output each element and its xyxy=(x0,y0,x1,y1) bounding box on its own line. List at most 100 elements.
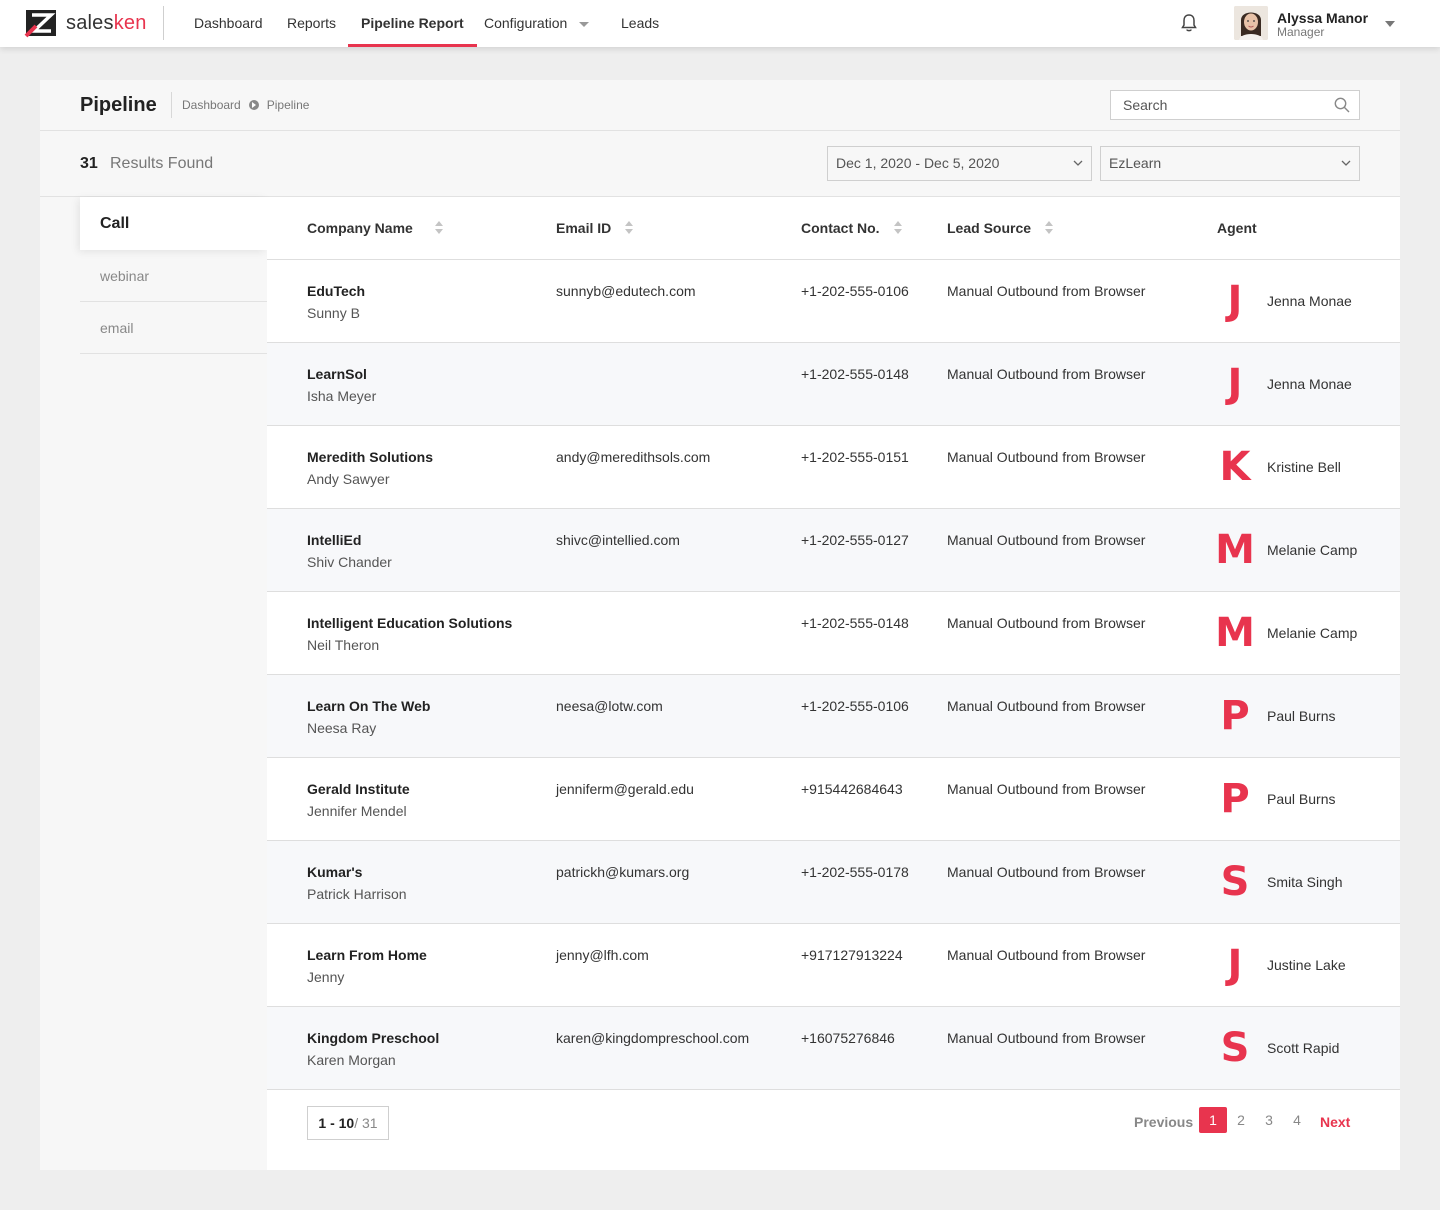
next-button[interactable]: Next xyxy=(1320,1114,1350,1130)
agent-name: Melanie Camp xyxy=(1267,542,1358,558)
col-company-name-label: Company Name xyxy=(307,220,413,236)
company-cell: Meredith Solutions Andy Sawyer xyxy=(307,449,433,487)
table-row[interactable]: Meredith Solutions Andy Sawyer andy@meredi… xyxy=(267,426,1400,509)
lead-source-cell: Manual Outbound from Browser xyxy=(947,366,1146,382)
sort-icon[interactable] xyxy=(434,221,443,235)
bell-icon[interactable] xyxy=(1178,12,1200,34)
company-name[interactable]: Intelligent Education Solutions xyxy=(307,615,512,631)
results-label: Results Found xyxy=(110,155,214,172)
email-cell[interactable]: sunnyb@edutech.com xyxy=(556,283,696,299)
page-range: 1 - 10 xyxy=(318,1115,355,1131)
contact-cell: +1-202-555-0148 xyxy=(801,615,909,631)
agent-initial-icon: J xyxy=(1227,278,1243,324)
lead-source-cell: Manual Outbound from Browser xyxy=(947,615,1146,631)
user-menu-caret-icon[interactable] xyxy=(1385,21,1395,27)
company-name[interactable]: LearnSol xyxy=(307,366,376,382)
email-cell[interactable]: jenniferm@gerald.edu xyxy=(556,781,694,797)
page-2-button[interactable]: 2 xyxy=(1227,1107,1255,1133)
contact-person: Patrick Harrison xyxy=(307,886,407,902)
agent-initial-icon: K xyxy=(1219,444,1251,490)
email-cell[interactable]: karen@kingdompreschool.com xyxy=(556,1030,749,1046)
agent-name: Jenna Monae xyxy=(1267,376,1352,392)
pipeline-panel: Pipeline Dashboard Pipeline Search 31 Re… xyxy=(40,80,1400,1170)
chevron-down-icon xyxy=(1073,160,1083,166)
sort-icon[interactable] xyxy=(1045,221,1054,235)
contact-person: Shiv Chander xyxy=(307,554,392,570)
col-agent-label: Agent xyxy=(1217,220,1257,236)
tab-email[interactable]: email xyxy=(80,302,267,354)
col-contact-no[interactable]: Contact No. xyxy=(801,220,902,236)
company-name[interactable]: Kingdom Preschool xyxy=(307,1030,439,1046)
pipeline-table: Company Name Email ID Contact No. Lead S… xyxy=(267,197,1400,1170)
table-row[interactable]: Kingdom Preschool Karen Morgan karen@kingd… xyxy=(267,1007,1400,1090)
user-name[interactable]: Alyssa Manor xyxy=(1277,10,1368,26)
table-row[interactable]: Intelligent Education Solutions Neil Ther… xyxy=(267,592,1400,675)
previous-button[interactable]: Previous xyxy=(1134,1114,1193,1130)
contact-cell: +915442684643 xyxy=(801,781,903,797)
company-name[interactable]: Learn From Home xyxy=(307,947,427,963)
agent-name: Paul Burns xyxy=(1267,708,1336,724)
tab-call[interactable]: Call xyxy=(80,197,267,250)
top-navbar: salesken Dashboard Reports Pipeline Repo… xyxy=(0,0,1440,47)
product-value: EzLearn xyxy=(1109,155,1162,171)
lead-source-cell: Manual Outbound from Browser xyxy=(947,947,1146,963)
table-row[interactable]: IntelliEd Shiv Chander shivc@intellied.com… xyxy=(267,509,1400,592)
search-icon[interactable] xyxy=(1334,97,1350,113)
email-cell[interactable]: neesa@lotw.com xyxy=(556,698,663,714)
sort-icon[interactable] xyxy=(893,221,902,235)
company-name[interactable]: IntelliEd xyxy=(307,532,392,548)
lead-source-cell: Manual Outbound from Browser xyxy=(947,698,1146,714)
breadcrumb-dashboard[interactable]: Dashboard xyxy=(182,98,241,112)
col-lead-source[interactable]: Lead Source xyxy=(947,220,1054,236)
tab-webinar[interactable]: webinar xyxy=(80,250,267,302)
channel-tabs: Call webinar email xyxy=(80,197,267,354)
table-row[interactable]: Kumar's Patrick Harrison patrickh@kumars.o… xyxy=(267,841,1400,924)
nav-reports[interactable]: Reports xyxy=(287,0,336,47)
col-company-name[interactable]: Company Name xyxy=(307,220,443,236)
table-row[interactable]: LearnSol Isha Meyer +1-202-555-0148 Manual … xyxy=(267,343,1400,426)
search-input[interactable]: Search xyxy=(1110,90,1360,120)
company-name[interactable]: Kumar's xyxy=(307,864,407,880)
company-name[interactable]: Learn On The Web xyxy=(307,698,430,714)
table-row[interactable]: Learn On The Web Neesa Ray neesa@lotw.com +… xyxy=(267,675,1400,758)
contact-person: Andy Sawyer xyxy=(307,471,390,487)
lead-source-cell: Manual Outbound from Browser xyxy=(947,1030,1146,1046)
page-4-button[interactable]: 4 xyxy=(1283,1107,1311,1133)
nav-configuration-label: Configuration xyxy=(484,15,568,31)
table-row[interactable]: Learn From Home Jenny jenny@lfh.com +917127… xyxy=(267,924,1400,1007)
contact-person: Neil Theron xyxy=(307,637,380,653)
sort-icon[interactable] xyxy=(625,221,634,235)
contact-cell: +16075276846 xyxy=(801,1030,895,1046)
table-row[interactable]: EduTech Sunny B sunnyb@edutech.com +1-202-5… xyxy=(267,260,1400,343)
avatar[interactable] xyxy=(1234,6,1268,40)
nav-dashboard[interactable]: Dashboard xyxy=(194,0,263,47)
results-count: 31 xyxy=(80,155,98,172)
contact-cell: +1-202-555-0151 xyxy=(801,449,909,465)
table-row[interactable]: Gerald Institute Jennifer Mendel jenniferm… xyxy=(267,758,1400,841)
agent-name: Kristine Bell xyxy=(1267,459,1341,475)
page-1-button[interactable]: 1 xyxy=(1199,1107,1227,1133)
contact-cell: +1-202-555-0148 xyxy=(801,366,909,382)
email-cell[interactable]: patrickh@kumars.org xyxy=(556,864,689,880)
email-cell[interactable]: jenny@lfh.com xyxy=(556,947,649,963)
col-email-id[interactable]: Email ID xyxy=(556,220,634,236)
agent-name: Justine Lake xyxy=(1267,957,1346,973)
chevron-down-icon xyxy=(579,21,590,27)
nav-leads[interactable]: Leads xyxy=(621,0,659,47)
page-total: / 31 xyxy=(354,1115,378,1131)
email-cell[interactable]: shivc@intellied.com xyxy=(556,532,680,548)
nav-configuration[interactable]: Configuration xyxy=(484,0,590,47)
contact-cell: +917127913224 xyxy=(801,947,903,963)
salesken-logo[interactable]: salesken xyxy=(24,6,147,40)
company-name[interactable]: EduTech xyxy=(307,283,365,299)
nav-pipeline-report[interactable]: Pipeline Report xyxy=(348,0,477,47)
email-cell[interactable]: andy@meredithsols.com xyxy=(556,449,710,465)
date-range-select[interactable]: Dec 1, 2020 - Dec 5, 2020 xyxy=(827,146,1092,181)
contact-person: Isha Meyer xyxy=(307,388,377,404)
agent-initial-icon: M xyxy=(1215,527,1255,573)
page-3-button[interactable]: 3 xyxy=(1255,1107,1283,1133)
product-select[interactable]: EzLearn xyxy=(1100,146,1360,181)
company-name[interactable]: Gerald Institute xyxy=(307,781,410,797)
company-name[interactable]: Meredith Solutions xyxy=(307,449,433,465)
lead-source-cell: Manual Outbound from Browser xyxy=(947,864,1146,880)
